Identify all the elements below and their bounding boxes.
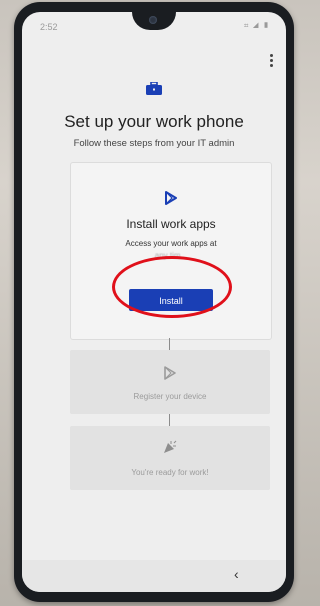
briefcase-icon — [146, 82, 162, 95]
phone-frame: 2:52 ⌗ ◢ ▮ Set up your work phone Follow… — [14, 2, 294, 602]
overflow-menu-icon[interactable] — [270, 54, 274, 70]
step-label: You're ready for work! — [131, 468, 209, 477]
status-time: 2:52 — [40, 22, 58, 32]
navigation-bar: ‹ — [22, 560, 286, 592]
back-icon[interactable]: ‹ — [234, 566, 239, 582]
celebrate-icon — [164, 440, 177, 453]
step-card-ready-for-work: You're ready for work! — [70, 426, 270, 490]
status-icons: ⌗ ◢ ▮ — [243, 21, 270, 30]
page-title: Set up your work phone — [64, 112, 244, 131]
page-subtitle: Follow these steps from your IT admin — [73, 138, 235, 149]
step-title: Install work apps — [126, 217, 216, 231]
camera-notch — [132, 12, 176, 30]
step-card-register-device: Register your device — [70, 350, 270, 414]
front-camera-icon — [149, 16, 157, 24]
play-store-icon — [165, 191, 177, 205]
step-description: Access your work apps at — [125, 239, 217, 248]
step-label: Register your device — [133, 392, 207, 401]
highlight-annotation — [112, 256, 232, 318]
play-store-icon — [164, 366, 176, 380]
